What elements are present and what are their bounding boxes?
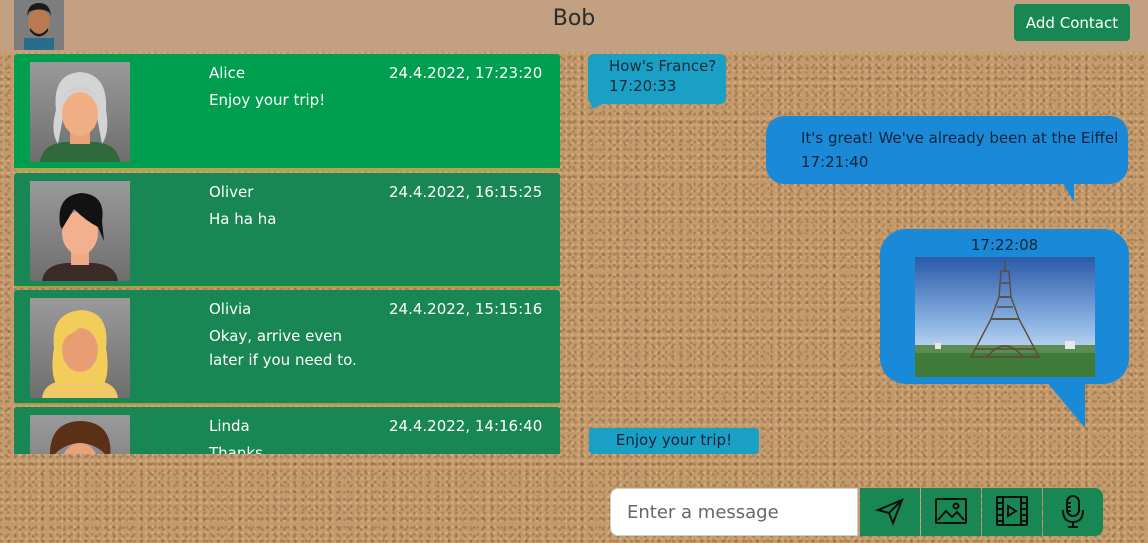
record-audio-button[interactable]: [1043, 488, 1103, 536]
contact-last-message: Ha ha ha: [209, 210, 277, 228]
message-time: 17:21:40: [801, 153, 869, 171]
message-bubble-outgoing: It's great! We've already been at the Ei…: [766, 116, 1128, 202]
eiffel-tower-photo[interactable]: [914, 257, 1095, 377]
message-time: 17:22:08: [970, 236, 1039, 254]
contact-time: 24.4.2022, 14:16:40: [389, 417, 543, 435]
contact-name: Oliver: [209, 183, 254, 201]
contact-item-linda[interactable]: Linda 24.4.2022, 14:16:40 Thanks.: [14, 407, 560, 454]
send-button[interactable]: [860, 488, 920, 536]
top-bar: Bob Add Contact: [0, 0, 1148, 52]
linda-avatar-icon: [30, 415, 130, 454]
message-bubble-incoming: How's France? 17:20:33: [588, 54, 726, 104]
chat-partner-name: Bob: [552, 6, 596, 31]
message-text: How's France?: [609, 57, 717, 75]
contact-name: Linda: [209, 417, 250, 435]
contact-time: 24.4.2022, 17:23:20: [389, 64, 543, 82]
contact-time: 24.4.2022, 15:15:16: [389, 300, 543, 318]
microphone-icon: [1060, 494, 1086, 531]
add-contact-button[interactable]: Add Contact: [1014, 4, 1130, 41]
contact-time: 24.4.2022, 16:15:25: [389, 183, 543, 201]
message-bubble-outgoing-image: 17:22:08: [880, 229, 1129, 428]
contact-name: Olivia: [209, 300, 252, 318]
video-icon: [995, 495, 1029, 530]
send-icon: [874, 496, 905, 529]
chat-window: How's France? 17:20:33 It's great! We've…: [580, 54, 1140, 454]
message-time: 17:20:33: [609, 77, 677, 95]
contact-last-message: Enjoy your trip!: [209, 91, 326, 109]
contact-last-message: Okay, arrive even later if you need to.: [209, 327, 357, 369]
contact-last-message: Thanks.: [209, 444, 268, 454]
contact-item-olivia[interactable]: Olivia 24.4.2022, 15:15:16 Okay, arrive …: [14, 290, 560, 405]
contact-name: Alice: [209, 64, 246, 82]
olivia-avatar-icon: [30, 298, 130, 398]
attach-image-button[interactable]: [921, 488, 981, 536]
contact-item-alice[interactable]: Alice 24.4.2022, 17:23:20 Enjoy your tri…: [14, 54, 560, 171]
message-text: Enjoy your trip!: [615, 431, 733, 449]
message-text: It's great! We've already been at the Ei…: [801, 129, 1119, 147]
message-bubble-incoming: Enjoy your trip!: [589, 428, 759, 454]
contact-list: Alice 24.4.2022, 17:23:20 Enjoy your tri…: [14, 54, 560, 454]
contact-item-oliver[interactable]: Oliver 24.4.2022, 16:15:25 Ha ha ha: [14, 173, 560, 288]
attach-video-button[interactable]: [982, 488, 1042, 536]
message-input[interactable]: [610, 488, 858, 536]
oliver-avatar-icon: [30, 181, 130, 281]
image-icon: [934, 496, 968, 529]
alice-avatar-icon: [30, 62, 130, 162]
